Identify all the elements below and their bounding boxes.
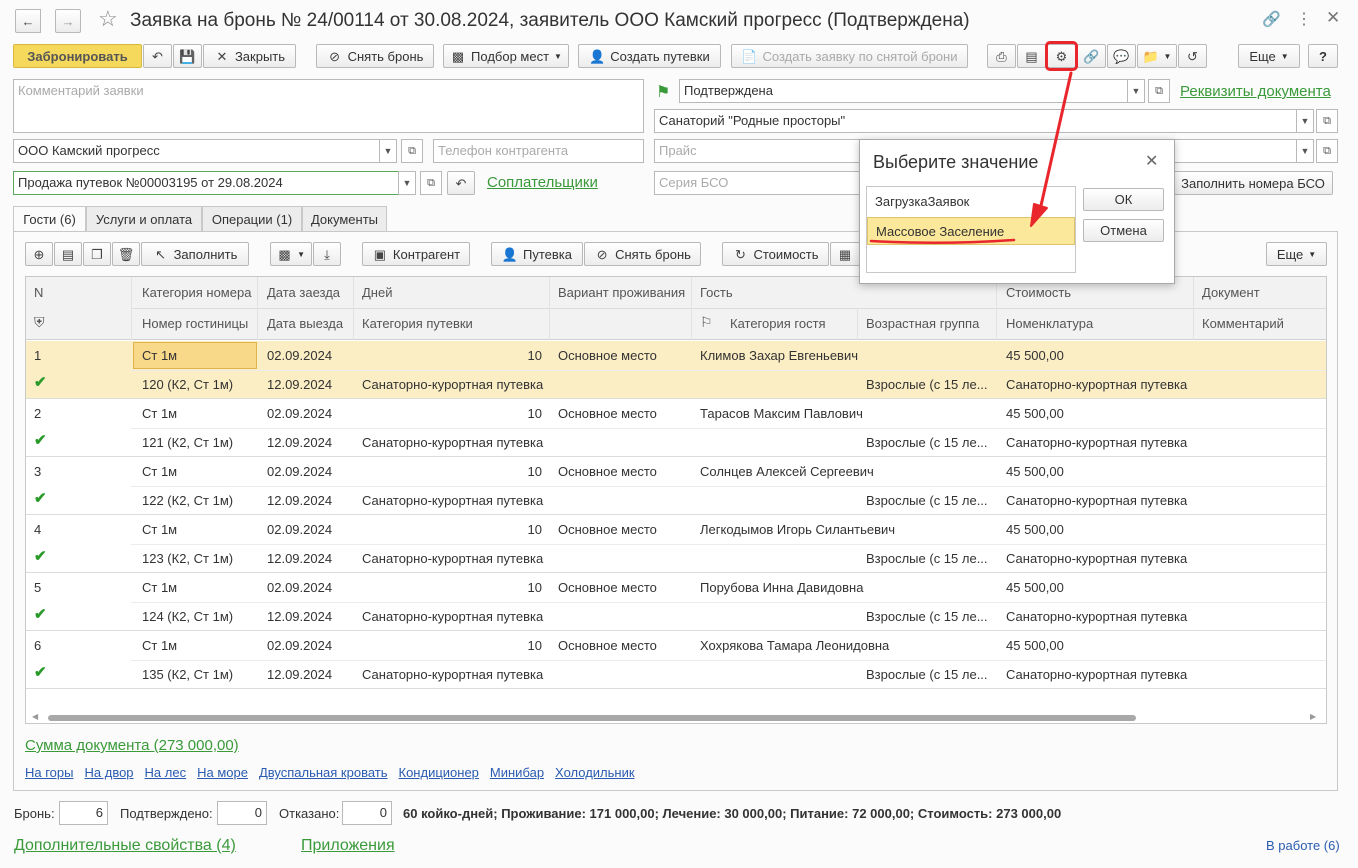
annotation-underline <box>869 238 1016 245</box>
annotation-arrowhead <box>1030 203 1048 227</box>
annotation-arrow-line <box>1038 71 1073 212</box>
annotation-arrow <box>869 71 1073 245</box>
